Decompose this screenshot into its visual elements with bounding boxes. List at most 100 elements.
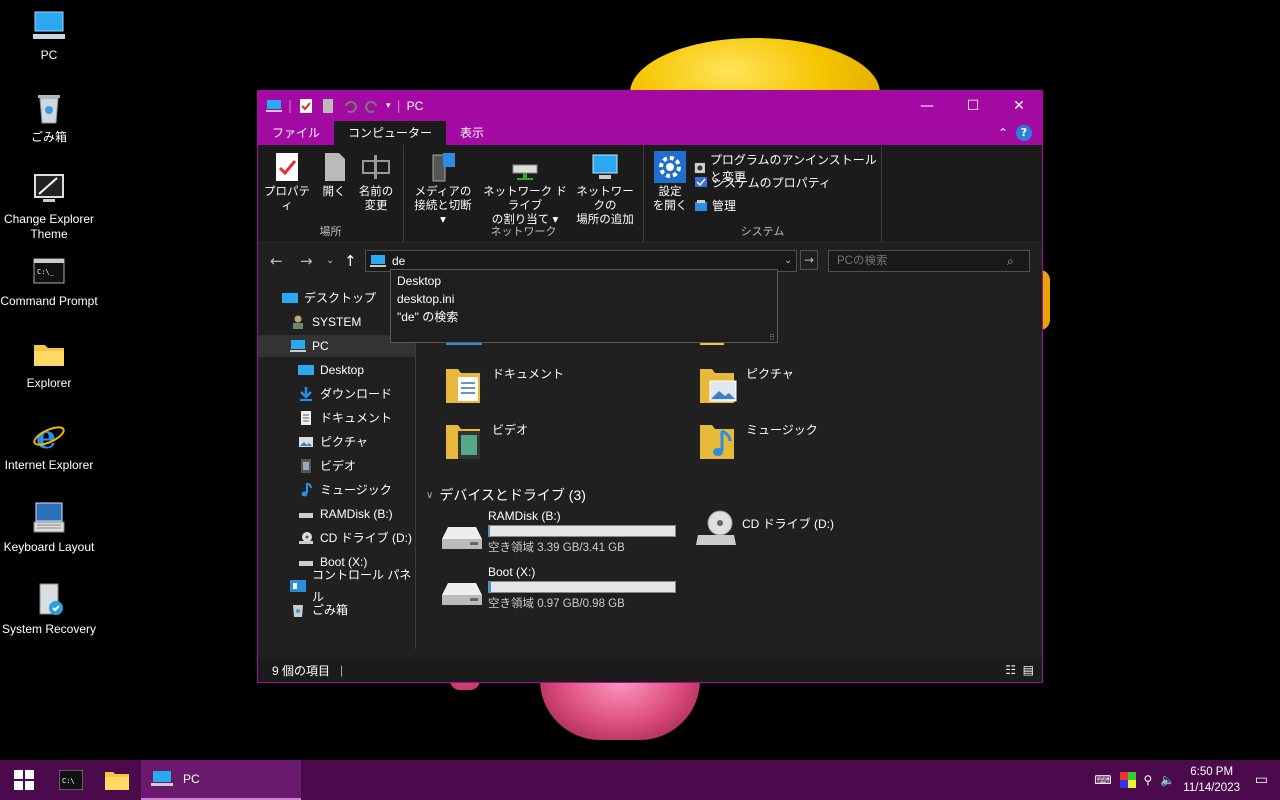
nav-item-music[interactable]: ミュージック bbox=[298, 479, 392, 501]
chevron-down-icon[interactable]: ▾ bbox=[386, 101, 391, 111]
forward-arrow-icon[interactable]: → bbox=[300, 252, 313, 270]
properties-icon bbox=[271, 151, 303, 183]
desktop-icon-pc[interactable]: PC bbox=[0, 8, 98, 63]
pc-icon bbox=[151, 771, 173, 786]
nav-item-pictures[interactable]: ピクチャ bbox=[298, 431, 368, 453]
windows-logo-icon bbox=[14, 770, 34, 790]
tab-file[interactable]: ファイル bbox=[258, 121, 335, 145]
system-properties-button[interactable]: システムのプロパティ bbox=[694, 174, 831, 191]
clock[interactable]: 6:50 PM 11/14/2023 bbox=[1183, 764, 1240, 796]
desktop-icon-change-explorer-theme[interactable]: Change Explorer Theme bbox=[0, 172, 98, 242]
folder-item-documents[interactable]: ドキュメント bbox=[444, 365, 564, 405]
drive-item-ramdisk[interactable]: RAMDisk (B:) 空き領域 3.39 GB/3.41 GB bbox=[440, 509, 676, 563]
folder-item-videos[interactable]: ビデオ bbox=[444, 421, 528, 461]
desktop-icon-recycle-bin[interactable]: ごみ箱 bbox=[0, 90, 98, 145]
autocomplete-item[interactable]: "de" の検索 bbox=[391, 308, 777, 326]
network-icon[interactable]: ⚲ bbox=[1144, 773, 1153, 787]
nav-item-control-panel[interactable]: コントロール パネル bbox=[290, 568, 415, 604]
nav-item-system[interactable]: SYSTEM bbox=[290, 311, 361, 333]
taskbar-explorer[interactable] bbox=[94, 760, 140, 800]
redo-icon[interactable] bbox=[364, 98, 380, 114]
desktop-icon-command-prompt[interactable]: C:\_ Command Prompt bbox=[0, 254, 98, 309]
properties-button[interactable]: プロパティ bbox=[264, 151, 310, 213]
properties-icon[interactable] bbox=[298, 98, 314, 114]
desktop-icon-keyboard-layout[interactable]: Keyboard Layout bbox=[0, 500, 98, 555]
help-icon[interactable]: ? bbox=[1016, 125, 1032, 141]
desktop-icon-explorer[interactable]: Explorer bbox=[0, 336, 98, 391]
system-properties-icon bbox=[695, 176, 707, 187]
folder-item-music[interactable]: ミュージック bbox=[698, 421, 818, 461]
videos-folder-icon bbox=[444, 421, 484, 461]
open-button[interactable]: 開く bbox=[316, 151, 352, 199]
ribbon-group-system: 設定 を開く プログラムのアンインストールと変更 システムのプロパティ 管理 シ… bbox=[644, 145, 882, 243]
media-connect-button[interactable]: メディアの 接続と切断 ▾ bbox=[410, 151, 476, 227]
drive-item-cd[interactable]: CD ドライブ (D:) bbox=[694, 509, 834, 549]
autocomplete-item[interactable]: desktop.ini bbox=[391, 290, 777, 308]
back-arrow-icon[interactable]: ← bbox=[270, 252, 283, 270]
up-arrow-icon[interactable]: ↑ bbox=[344, 252, 357, 270]
nav-item-ramdisk[interactable]: RAMDisk (B:) bbox=[298, 503, 393, 525]
rename-icon bbox=[360, 151, 392, 183]
notification-icon[interactable]: ▭ bbox=[1255, 772, 1268, 788]
taskbar: C:\ PC ⌨ ⚲ 🔈 6:50 PM 11/14/2023 ▭ bbox=[0, 760, 1280, 800]
network-drive-icon bbox=[509, 151, 541, 183]
drive-icon bbox=[440, 579, 482, 619]
close-button[interactable]: ✕ bbox=[996, 91, 1042, 121]
go-arrow-icon[interactable]: → bbox=[800, 250, 818, 270]
title-bar[interactable]: | ▾ | PC — ☐ ✕ bbox=[258, 91, 1042, 121]
nav-item-videos[interactable]: ビデオ bbox=[298, 455, 356, 477]
tab-computer[interactable]: コンピューター bbox=[334, 121, 447, 145]
programs-icon bbox=[694, 162, 705, 174]
color-palette-icon[interactable] bbox=[1119, 772, 1136, 788]
nav-item-desktop[interactable]: デスクトップ bbox=[282, 287, 376, 309]
desktop-icon-internet-explorer[interactable]: e Internet Explorer bbox=[0, 418, 98, 473]
add-network-location-button[interactable]: ネットワークの 場所の追加 bbox=[572, 151, 638, 227]
section-devices-drives[interactable]: ∨ デバイスとドライブ (3) bbox=[426, 485, 586, 505]
open-icon bbox=[318, 151, 350, 183]
taskbar-command-prompt[interactable]: C:\ bbox=[48, 760, 94, 800]
nav-item-downloads[interactable]: ダウンロード bbox=[298, 383, 392, 405]
details-view-icon[interactable]: ☷ bbox=[1005, 663, 1016, 677]
new-folder-icon[interactable] bbox=[320, 98, 336, 114]
open-settings-button[interactable]: 設定 を開く bbox=[650, 151, 690, 213]
quick-access-toolbar: | ▾ | bbox=[258, 98, 401, 114]
music-folder-icon bbox=[698, 421, 738, 461]
desktop-icon bbox=[298, 365, 314, 375]
map-network-drive-button[interactable]: ネットワーク ドライブ の割り当て ▾ bbox=[480, 151, 570, 227]
folder-icon bbox=[31, 336, 67, 372]
drive-item-boot[interactable]: Boot (X:) 空き領域 0.97 GB/0.98 GB bbox=[440, 565, 676, 619]
nav-item-cd-drive[interactable]: CD ドライブ (D:) bbox=[298, 527, 412, 549]
search-input[interactable] bbox=[837, 255, 1007, 267]
document-icon bbox=[301, 411, 311, 425]
search-box[interactable]: ⌕ bbox=[828, 250, 1030, 272]
undo-icon[interactable] bbox=[342, 98, 358, 114]
recent-locations-chevron-icon[interactable]: ⌄ bbox=[326, 255, 334, 266]
minimize-button[interactable]: — bbox=[904, 91, 950, 121]
tab-view[interactable]: 表示 bbox=[446, 121, 498, 145]
ribbon-group-network: メディアの 接続と切断 ▾ ネットワーク ドライブ の割り当て ▾ ネットワーク… bbox=[404, 145, 644, 243]
start-button[interactable] bbox=[0, 760, 48, 800]
nav-item-recycle-bin[interactable]: ごみ箱 bbox=[290, 599, 348, 621]
desktop-icon-system-recovery[interactable]: System Recovery bbox=[0, 582, 98, 637]
nav-item-desktop-en[interactable]: Desktop bbox=[298, 359, 364, 381]
collapse-ribbon-icon[interactable]: ⌃ bbox=[998, 126, 1008, 140]
monitor-icon bbox=[31, 172, 67, 208]
manage-button[interactable]: 管理 bbox=[694, 197, 736, 214]
nav-item-documents[interactable]: ドキュメント bbox=[298, 407, 392, 429]
svg-text:C:\_: C:\_ bbox=[37, 268, 55, 276]
taskbar-pc-window[interactable]: PC bbox=[141, 760, 301, 800]
drive-icon bbox=[440, 523, 482, 563]
folder-item-pictures[interactable]: ピクチャ bbox=[698, 365, 794, 405]
music-note-icon bbox=[301, 483, 312, 497]
autocomplete-item[interactable]: Desktop bbox=[391, 272, 777, 290]
keyboard-icon[interactable]: ⌨ bbox=[1094, 773, 1111, 787]
address-dropdown-icon[interactable]: ⌄ bbox=[784, 255, 792, 266]
rename-button[interactable]: 名前の 変更 bbox=[354, 151, 398, 213]
picture-icon bbox=[299, 437, 313, 447]
separator: | bbox=[340, 663, 344, 677]
maximize-button[interactable]: ☐ bbox=[950, 91, 996, 121]
resize-grip-icon[interactable]: ⠿ bbox=[769, 333, 775, 342]
address-input[interactable] bbox=[392, 254, 752, 268]
volume-muted-icon[interactable]: 🔈 bbox=[1160, 773, 1175, 787]
large-icons-view-icon[interactable]: ▤ bbox=[1023, 663, 1034, 677]
